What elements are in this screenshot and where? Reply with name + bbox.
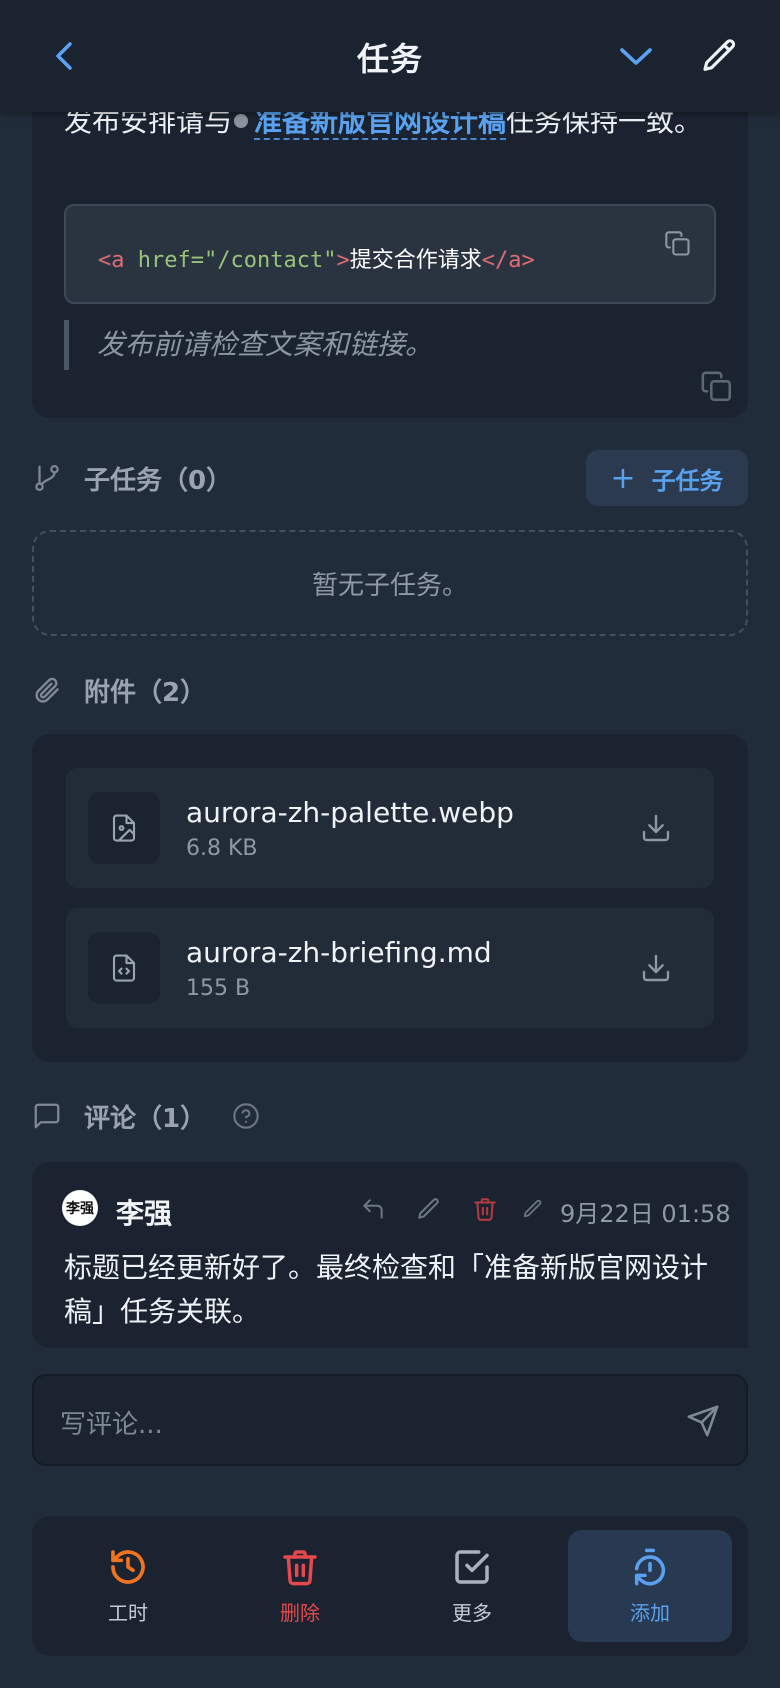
attachments-heading-text: 附件（2） [84,677,207,708]
plus-icon: + [610,460,636,496]
delete-label: 删除 [280,1600,320,1625]
edit-comment-icon[interactable] [416,1196,442,1222]
attachment-size: 155 B [186,976,251,1001]
comments-heading-text: 评论（1） [84,1103,207,1134]
code-file-icon [88,932,160,1004]
attachment-item[interactable]: aurora-zh-palette.webp 6.8 KB [66,768,714,888]
checkbox-icon [452,1547,492,1587]
more-button[interactable]: 更多 [390,1530,554,1642]
edit-pencil-icon[interactable] [700,36,740,76]
worklog-label: 工时 [108,1600,148,1625]
attachments-heading: 附件（2） [32,670,206,710]
copy-code-icon[interactable] [664,230,692,258]
trash-icon[interactable] [472,1196,498,1222]
comment-time: 9月22日 01:58 [560,1200,731,1228]
delete-button[interactable]: 删除 [218,1530,382,1642]
avatar: 李强 [62,1190,98,1226]
attachment-size: 6.8 KB [186,836,258,861]
download-icon[interactable] [640,952,672,984]
status-dot [234,114,249,128]
chevron-down-icon[interactable] [614,38,658,74]
download-icon[interactable] [640,812,672,844]
attachments-card: aurora-zh-palette.webp 6.8 KB aurora-zh-… [32,734,748,1062]
image-file-icon [88,792,160,864]
page-title: 任务 [356,40,423,78]
comment-author: 李强 [116,1197,173,1230]
comment-input-placeholder: 写评论... [60,1410,163,1440]
branch-icon [32,463,62,493]
more-label: 更多 [452,1600,492,1625]
add-label: 添加 [630,1600,670,1625]
comment-bubble-icon [32,1101,62,1131]
empty-state-text: 暂无子任务。 [311,570,468,601]
subtasks-heading-text: 子任务（0） [84,465,233,496]
reply-icon[interactable] [360,1196,386,1222]
code-block: <a href="/contact">提交合作请求</a> [64,204,716,304]
code-tag-open: <a [98,248,125,273]
copy-icon[interactable] [700,370,734,404]
bottom-toolbar: 工时 删除 更多 添加 [32,1516,748,1656]
history-clock-icon [108,1547,148,1587]
attachment-item[interactable]: aurora-zh-briefing.md 155 B [66,908,714,1028]
code-tag-end: > [336,248,350,273]
code-attr: href= [124,248,204,273]
comment-body: 标题已经更新好了。最终检查和「准备新版官网设计稿」任务关联。 [64,1251,709,1328]
attachment-name: aurora-zh-briefing.md [186,936,492,969]
add-subtask-button[interactable]: + 子任务 [586,450,748,506]
code-line: <a href="/contact">提交合作请求</a> [98,242,535,274]
comment-input[interactable]: 写评论... [32,1374,748,1466]
subtasks-heading: 子任务（0） [32,458,232,498]
comment-item: 李强 李强 9月22日 01:58 标题已经更新好了。最终检查和「准备新版官网设… [32,1162,748,1348]
send-icon[interactable] [686,1404,720,1438]
code-tag-close: </a> [481,248,535,273]
timer-reset-icon [630,1547,670,1587]
edited-pencil-icon [522,1198,544,1220]
trash-icon [280,1547,320,1587]
help-icon[interactable] [232,1102,260,1130]
add-button[interactable]: 添加 [568,1530,732,1642]
subtasks-empty-state: 暂无子任务。 [32,530,748,636]
code-inner-text: 提交合作请求 [349,248,482,273]
blockquote: 发布前请检查文案和链接。 [64,320,433,370]
attachment-name: aurora-zh-palette.webp [186,796,514,829]
comments-heading: 评论（1） [32,1096,206,1136]
worklog-button[interactable]: 工时 [46,1530,210,1642]
top-header: 任务 [0,0,780,112]
paperclip-icon [32,675,62,705]
code-attr-value: "/contact" [203,248,337,273]
add-subtask-label: 子任务 [651,466,724,495]
